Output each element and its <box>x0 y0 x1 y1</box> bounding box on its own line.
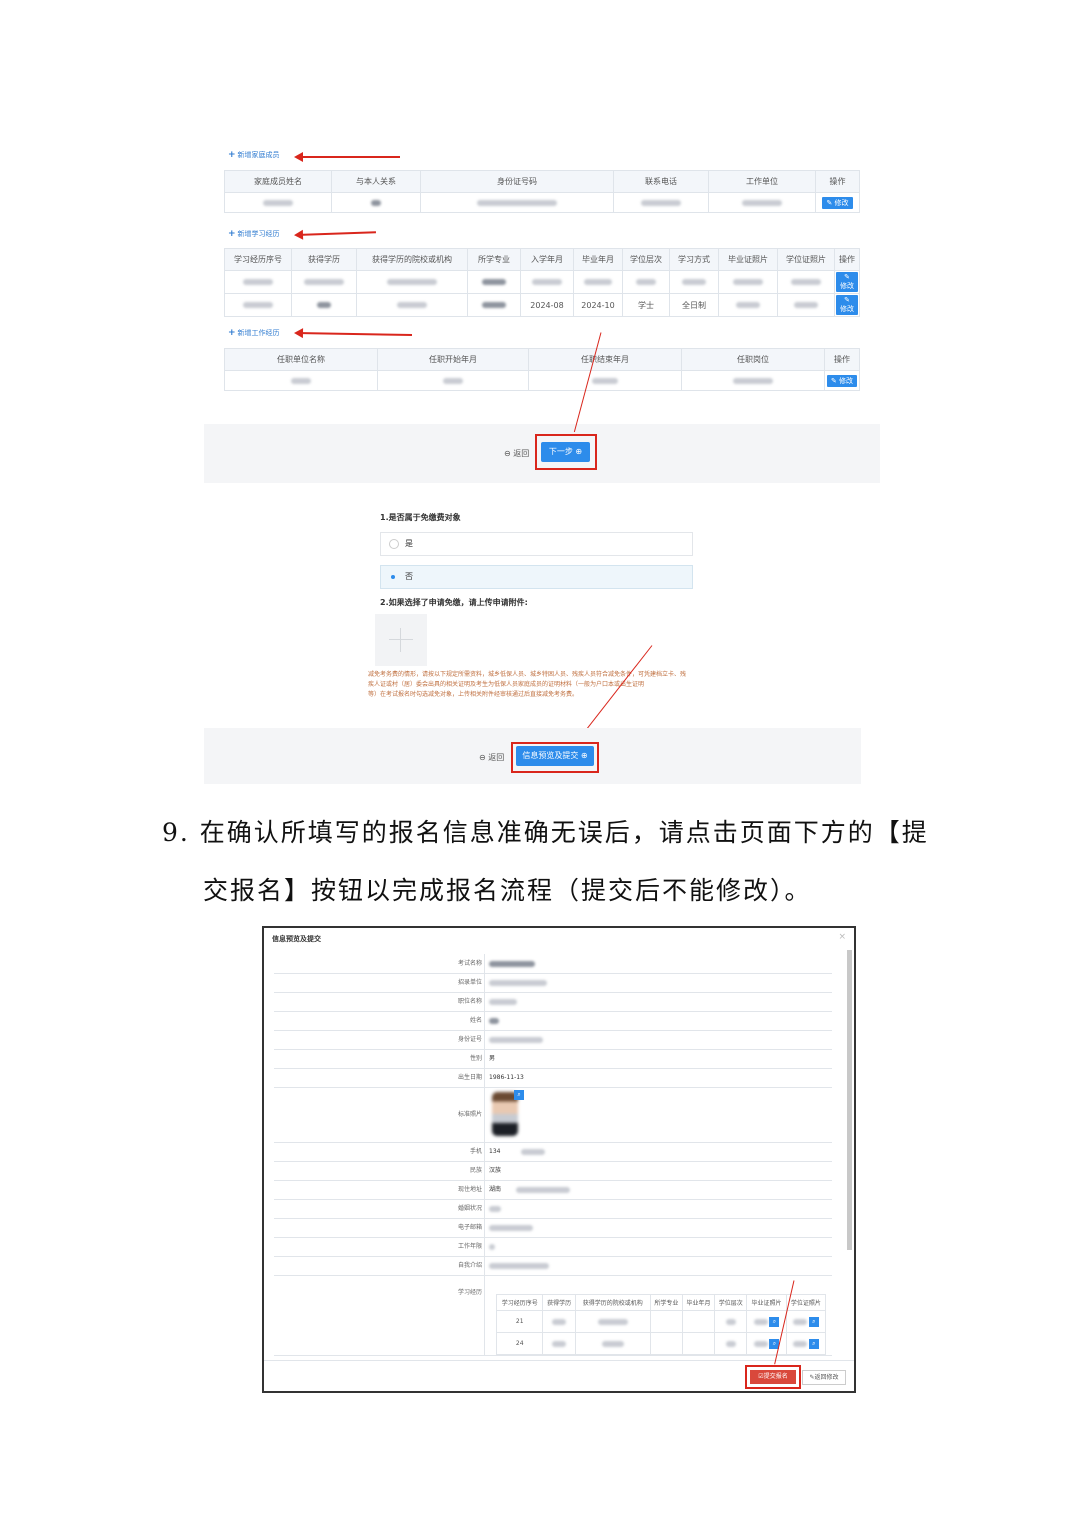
add-work-experience-link[interactable]: + 新增工作经历 <box>228 328 280 338</box>
plus-icon: + <box>228 229 236 239</box>
row-value: 汉族 <box>489 1167 502 1174</box>
fee-exempt-note: 减免考务费的情形，请按以下规定所需资料，城乡低保人员、城乡特困人员、残疾人员符合… <box>368 671 687 698</box>
option-yes[interactable]: 是 <box>380 532 693 556</box>
plus-icon: + <box>228 328 236 338</box>
highlight-box <box>535 434 597 470</box>
row-value: 男 <box>489 1055 496 1062</box>
magnify-icon[interactable]: ⌕ <box>808 1316 819 1327</box>
back-modify-button[interactable]: ✎返回修改 <box>802 1370 846 1385</box>
table-row: 2024-08 2024-10 学士 全日制 ✎ 修改 <box>224 293 860 317</box>
row-value: 134 <box>489 1148 501 1155</box>
red-arrow <box>294 152 400 162</box>
registration-form-screenshot: + 新增家庭成员 家庭成员姓名 与本人关系 身份证号码 联系电话 工作单位 操作 … <box>204 140 880 483</box>
table-row: ✎ 修改 <box>224 370 860 391</box>
row-label: 招录单位 <box>457 979 482 986</box>
red-arrow <box>295 332 412 337</box>
attachment-question: 2.如果选择了申请免缴，请上传申请附件: <box>380 598 528 607</box>
row-label: 身份证号 <box>457 1036 482 1043</box>
edit-button[interactable]: ✎ 修改 <box>822 196 853 209</box>
radio-icon <box>389 538 399 549</box>
education-table: 学习经历序号 获得学历 获得学历的院校或机构 所学专业 入学年月 毕业年月 学位… <box>224 248 860 317</box>
info-row: 身份证号 <box>274 1030 832 1050</box>
row-label: 性别 <box>469 1055 482 1062</box>
back-button[interactable]: ⊖ 返回 <box>479 752 504 763</box>
highlight-box <box>745 1365 801 1389</box>
info-row: 手机 134 <box>274 1142 832 1162</box>
upload-plus-icon[interactable] <box>375 614 427 666</box>
edit-button[interactable]: ✎ 修改 <box>826 374 858 387</box>
modal-title: 信息预览及提交 <box>272 935 321 943</box>
row-label: 婚姻状况 <box>457 1205 482 1212</box>
info-row: 婚姻状况 <box>274 1199 832 1219</box>
row-label: 出生日期 <box>457 1074 482 1081</box>
magnify-icon[interactable]: ⌕ <box>808 1338 819 1349</box>
red-arrow <box>295 231 376 236</box>
info-row: 自我介绍 <box>274 1256 832 1276</box>
instruction-line-1: 9. 在确认所填写的报名信息准确无误后，请点击页面下方的【提 <box>162 818 929 847</box>
table-row: ✎ 修改 <box>224 192 860 213</box>
info-row: 民族 汉族 <box>274 1161 832 1181</box>
modal-education-table: 学习经历序号 获得学历 获得学历的院校或机构 所学专业 毕业年月 学位层次 毕业… <box>495 1294 827 1355</box>
info-row: 标准照片 ⌕ <box>274 1087 832 1143</box>
row-label: 考试名称 <box>457 960 482 967</box>
back-circle-icon: ⊖ <box>479 753 486 762</box>
info-row: 招录单位 <box>274 973 832 993</box>
edit-button[interactable]: ✎ 修改 <box>836 272 858 292</box>
info-row: 工作年限 <box>274 1237 832 1257</box>
info-row: 电子邮箱 <box>274 1218 832 1238</box>
info-row: 姓名 <box>274 1011 832 1031</box>
edit-button[interactable]: ✎ 修改 <box>836 295 858 315</box>
magnify-icon[interactable]: ⌕ <box>514 1090 524 1100</box>
scrollbar[interactable] <box>847 950 852 1250</box>
row-label: 电子邮箱 <box>457 1224 482 1231</box>
row-label: 姓名 <box>469 1017 482 1024</box>
back-circle-icon: ⊖ <box>504 449 511 458</box>
row-label: 职位名称 <box>457 998 482 1005</box>
preview-modal-screenshot: 信息预览及提交 × 考试名称招录单位职位名称姓名身份证号性别男出生日期 1986-… <box>262 926 856 1393</box>
add-family-member-link[interactable]: + 新增家庭成员 <box>228 150 280 160</box>
info-row: 考试名称 <box>274 954 832 974</box>
instruction-line-2: 交报名】按钮以完成报名流程（提交后不能修改）。 <box>203 876 812 905</box>
row-label: 民族 <box>469 1167 482 1174</box>
row-value: 1986-11-13 <box>489 1074 524 1081</box>
magnify-icon[interactable]: ⌕ <box>769 1316 780 1327</box>
family-members-table: 家庭成员姓名 与本人关系 身份证号码 联系电话 工作单位 操作 ✎ 修改 <box>224 170 860 213</box>
highlight-box <box>511 742 599 773</box>
back-button[interactable]: ⊖ 返回 <box>504 448 529 459</box>
row-label: 工作年限 <box>457 1243 482 1250</box>
table-row: 21 ⌕ ⌕ <box>495 1310 827 1333</box>
info-row: 出生日期 1986-11-13 <box>274 1068 832 1088</box>
row-label: 现住地址 <box>457 1186 482 1193</box>
row-label: 自我介绍 <box>457 1262 482 1269</box>
add-education-link[interactable]: + 新增学习经历 <box>228 229 280 239</box>
fee-exempt-question: 1.是否属于免缴费对象 <box>380 513 461 522</box>
modal-footer: ☑提交报名 ✎返回修改 <box>264 1360 854 1391</box>
info-row: 现住地址 湖南 <box>274 1180 832 1200</box>
row-value: 湖南 <box>489 1186 502 1193</box>
row-label: 手机 <box>469 1148 482 1155</box>
info-row: 职位名称 <box>274 992 832 1012</box>
option-no[interactable]: 否 <box>380 565 693 589</box>
selected-dot-icon <box>391 574 395 579</box>
row-label: 标准照片 <box>457 1111 482 1118</box>
close-icon[interactable]: × <box>838 932 846 942</box>
info-row: 性别男 <box>274 1049 832 1069</box>
row-label: 学习经历 <box>457 1289 482 1296</box>
plus-icon: + <box>228 150 236 160</box>
work-experience-table: 任职单位名称 任职开始年月 任职结束年月 任职岗位 操作 ✎ 修改 <box>224 348 860 391</box>
table-row: ✎ 修改 <box>224 270 860 294</box>
